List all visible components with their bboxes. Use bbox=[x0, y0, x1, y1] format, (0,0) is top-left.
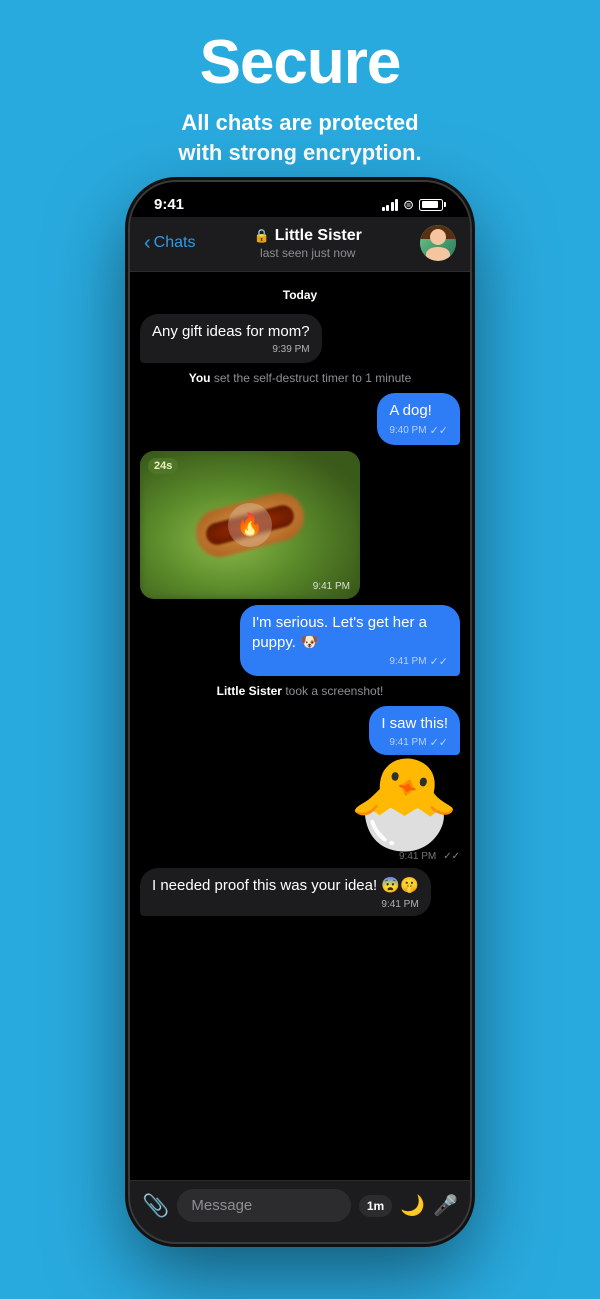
back-button[interactable]: ‹ Chats bbox=[144, 234, 195, 253]
date-divider: Today bbox=[140, 286, 460, 304]
signal-icon bbox=[382, 199, 399, 211]
bubble-text: A dog! bbox=[389, 401, 432, 421]
message-placeholder: Message bbox=[191, 1197, 252, 1214]
bubble-time: 9:39 PM bbox=[272, 344, 309, 355]
input-bar: 📎 Message 1m 🌙 🎤 bbox=[130, 1180, 470, 1242]
media-message[interactable]: 🔥 24s 9:41 PM bbox=[140, 451, 360, 599]
nav-header: ‹ Chats 🔒 Little Sister last seen just n… bbox=[130, 217, 470, 272]
contact-name: Little Sister bbox=[275, 227, 362, 245]
status-bar: 9:41 ⊜ bbox=[130, 182, 470, 217]
bubble-incoming-1: Any gift ideas for mom? 9:39 PM bbox=[140, 314, 322, 363]
chevron-left-icon: ‹ bbox=[144, 233, 151, 253]
table-row: I saw this! 9:41 PM ✓✓ 🐣 9:41 PM ✓✓ bbox=[140, 706, 460, 862]
table-row: Any gift ideas for mom? 9:39 PM bbox=[140, 314, 460, 363]
table-row: I'm serious. Let's get her a puppy. 🐶 9:… bbox=[140, 605, 460, 677]
bubble-outgoing-2: I'm serious. Let's get her a puppy. 🐶 9:… bbox=[240, 605, 460, 677]
table-row: Little Sister took a screenshot! bbox=[140, 682, 460, 700]
bubble-outgoing-1: A dog! 9:40 PM ✓✓ bbox=[377, 393, 460, 444]
sticker-emoji: 🐣 bbox=[348, 759, 460, 849]
read-ticks: ✓✓ bbox=[430, 736, 448, 749]
date-label: Today bbox=[283, 288, 317, 302]
promo-section: Secure All chats are protectedwith stron… bbox=[0, 0, 600, 191]
moon-icon[interactable]: 🌙 bbox=[400, 1193, 425, 1218]
bubble-time: 9:41 PM bbox=[389, 737, 426, 748]
bubble-text: Any gift ideas for mom? bbox=[152, 322, 310, 342]
play-button[interactable]: 🔥 bbox=[228, 503, 272, 547]
system-message-1: You set the self-destruct timer to 1 min… bbox=[181, 369, 420, 387]
bubble-text: I'm serious. Let's get her a puppy. 🐶 bbox=[252, 613, 448, 654]
mic-icon[interactable]: 🎤 bbox=[433, 1193, 458, 1218]
wifi-icon: ⊜ bbox=[403, 197, 414, 213]
back-label: Chats bbox=[154, 234, 196, 252]
read-ticks: ✓✓ bbox=[430, 424, 448, 437]
bubble-time: 9:41 PM bbox=[389, 656, 426, 667]
status-time: 9:41 bbox=[154, 196, 184, 213]
timer-badge: 24s bbox=[148, 458, 178, 474]
system-message-2: Little Sister took a screenshot! bbox=[209, 682, 392, 700]
promo-title: Secure bbox=[40, 32, 560, 94]
bubble-text: I saw this! bbox=[381, 715, 448, 732]
lock-icon: 🔒 bbox=[254, 228, 270, 244]
message-input[interactable]: Message bbox=[177, 1189, 350, 1222]
attach-icon[interactable]: 📎 bbox=[142, 1193, 169, 1219]
media-time: 9:41 PM bbox=[313, 581, 350, 592]
messages-area[interactable]: Today Any gift ideas for mom? 9:39 PM Yo… bbox=[130, 272, 470, 1180]
bubble-text: I needed proof this was your idea! 😨🤫 bbox=[152, 877, 419, 894]
bubble-time: 9:41 PM bbox=[381, 899, 418, 910]
table-row: I needed proof this was your idea! 😨🤫 9:… bbox=[140, 868, 460, 915]
system-you: You bbox=[189, 371, 211, 385]
avatar[interactable] bbox=[420, 225, 456, 261]
battery-icon bbox=[419, 199, 446, 211]
status-icons: ⊜ bbox=[382, 197, 446, 213]
promo-subtitle: All chats are protectedwith strong encry… bbox=[40, 108, 560, 167]
bubble-incoming-2: I needed proof this was your idea! 😨🤫 9:… bbox=[140, 868, 431, 915]
read-ticks: ✓✓ bbox=[430, 655, 448, 668]
bubble-time: 9:40 PM bbox=[389, 425, 426, 436]
last-seen: last seen just now bbox=[254, 246, 362, 260]
system-name: Little Sister bbox=[217, 684, 282, 698]
phone-frame: 9:41 ⊜ ‹ Chats 🔒 Little Sis bbox=[130, 182, 470, 1242]
nav-center: 🔒 Little Sister last seen just now bbox=[254, 227, 362, 260]
bubble-outgoing-3: I saw this! 9:41 PM ✓✓ bbox=[369, 706, 460, 755]
table-row: You set the self-destruct timer to 1 min… bbox=[140, 369, 460, 387]
table-row: 🔥 24s 9:41 PM bbox=[140, 451, 460, 599]
timer-label[interactable]: 1m bbox=[359, 1195, 392, 1217]
sticker-message: 🐣 9:41 PM ✓✓ bbox=[348, 759, 460, 862]
table-row: A dog! 9:40 PM ✓✓ bbox=[140, 393, 460, 444]
fire-icon: 🔥 bbox=[236, 512, 263, 538]
